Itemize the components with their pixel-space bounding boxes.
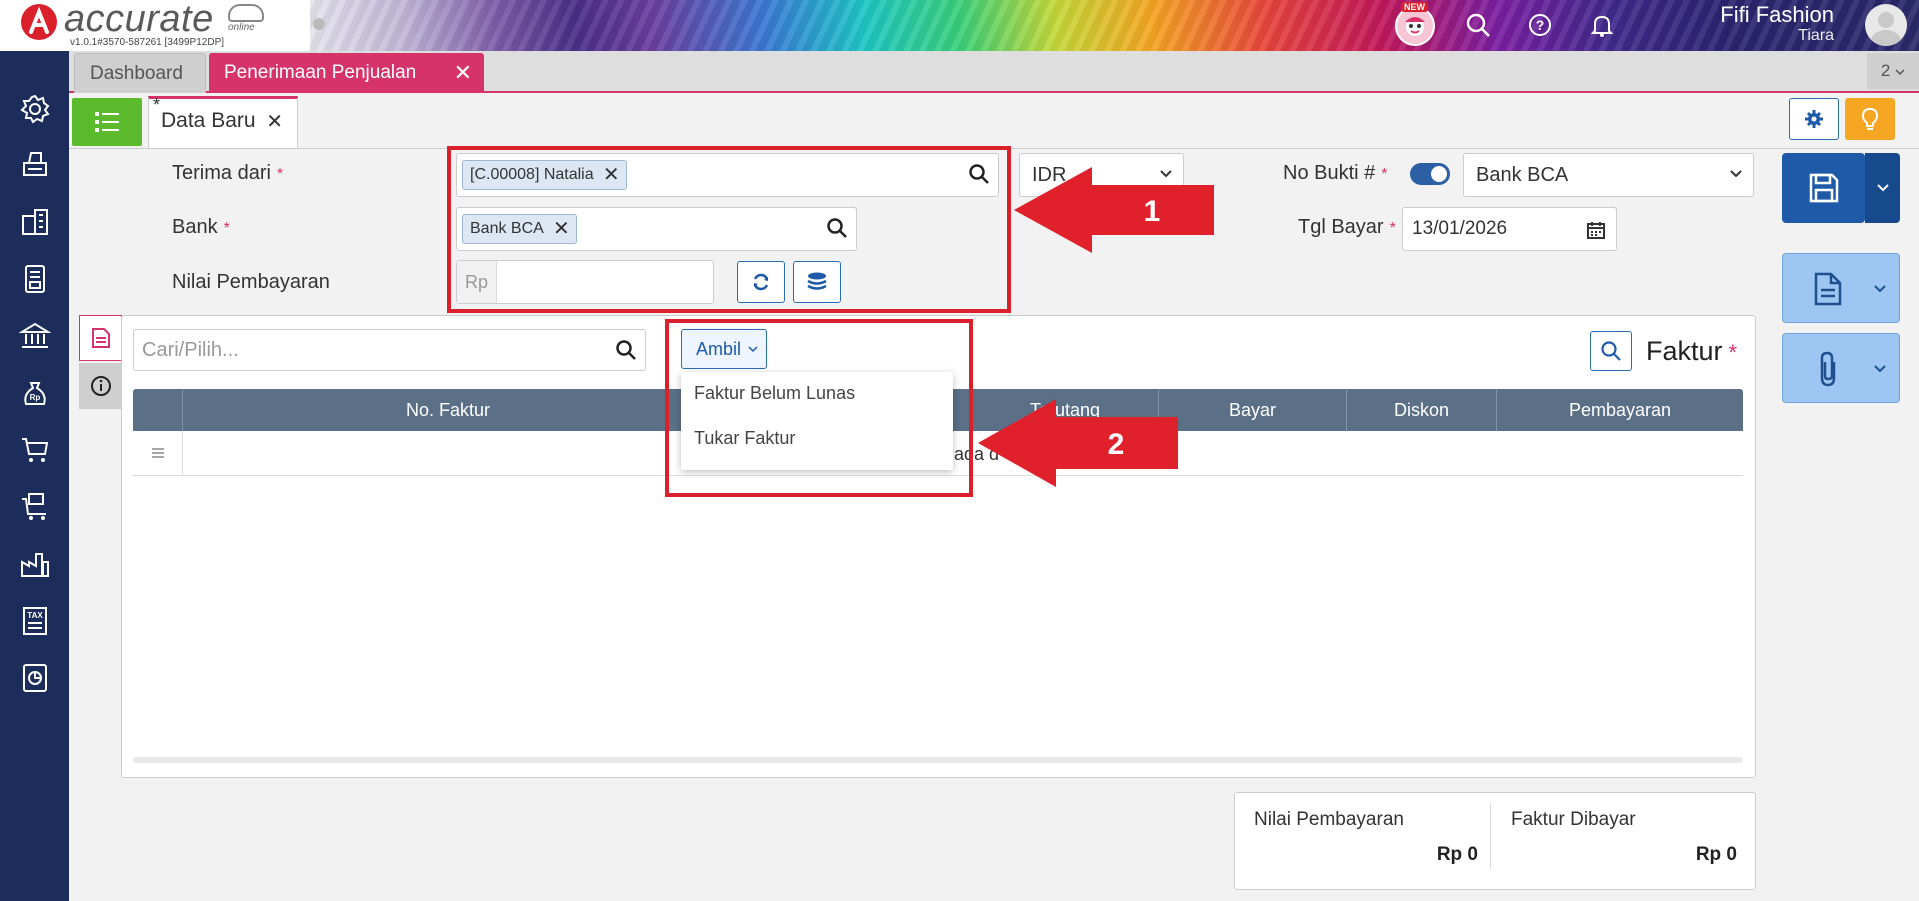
tab-info[interactable] bbox=[79, 363, 122, 409]
company-name[interactable]: Fifi Fashion bbox=[1720, 2, 1834, 28]
bank-icon[interactable] bbox=[17, 318, 53, 354]
horizontal-scrollbar[interactable] bbox=[133, 757, 1743, 763]
tgl-bayar-field[interactable]: 13/01/2026 bbox=[1402, 207, 1617, 251]
report-icon[interactable] bbox=[17, 660, 53, 696]
chevron-down-icon bbox=[1895, 69, 1905, 76]
document-icon bbox=[1793, 254, 1863, 324]
drag-handle-icon[interactable] bbox=[151, 447, 165, 459]
tgl-bayar-label: Tgl Bayar * bbox=[1298, 216, 1396, 238]
logo-text: accurate bbox=[64, 0, 214, 40]
auto-number-toggle[interactable] bbox=[1410, 163, 1450, 185]
tab-label: Penerimaan Penjualan bbox=[224, 62, 417, 83]
document-icon bbox=[91, 328, 110, 348]
gear-icon bbox=[1805, 110, 1823, 128]
money-bag-icon[interactable]: Rp bbox=[17, 375, 53, 411]
avatar[interactable] bbox=[1865, 4, 1907, 46]
calendar-icon[interactable] bbox=[1586, 220, 1606, 240]
bell-icon[interactable] bbox=[1586, 9, 1618, 41]
search-icon[interactable] bbox=[1462, 9, 1494, 41]
chevron-down-icon bbox=[1877, 184, 1889, 192]
save-main[interactable] bbox=[1782, 153, 1865, 223]
cart-icon[interactable] bbox=[17, 432, 53, 468]
no-bukti-label: No Bukti # * bbox=[1283, 162, 1388, 184]
close-icon[interactable]: ✕ bbox=[454, 53, 472, 93]
content-area: * Data Baru ✕ Terima dari * [C.00008] Nat… bbox=[69, 93, 1919, 901]
tips-button[interactable] bbox=[1845, 98, 1895, 140]
highlight-box-2 bbox=[665, 319, 973, 497]
no-bukti-select[interactable]: Bank BCA bbox=[1463, 153, 1754, 197]
col-no-faktur[interactable]: No. Faktur bbox=[183, 389, 713, 431]
search-icon bbox=[1601, 341, 1621, 361]
cloud-icon bbox=[228, 4, 264, 22]
logo-area[interactable]: accurate online v1.0.1#3570-587261 [3499… bbox=[0, 0, 310, 51]
new-badge: NEW bbox=[1401, 2, 1428, 12]
save-dropdown[interactable] bbox=[1865, 153, 1900, 223]
list-view-button[interactable] bbox=[72, 98, 142, 146]
floppy-disk-icon bbox=[1809, 173, 1838, 203]
save-button[interactable] bbox=[1782, 153, 1900, 223]
help-icon[interactable]: ? bbox=[1524, 9, 1556, 41]
status-dot bbox=[313, 18, 325, 30]
summary-nilai-label: Nilai Pembayaran bbox=[1254, 809, 1404, 830]
gear-icon[interactable] bbox=[17, 91, 53, 127]
unsaved-mark: * bbox=[153, 95, 161, 115]
tab-penerimaan-penjualan[interactable]: Penerimaan Penjualan ✕ bbox=[209, 53, 484, 93]
paperclip-icon bbox=[1793, 334, 1863, 404]
col-bayar[interactable]: Bayar bbox=[1159, 389, 1346, 431]
tab-count-dropdown[interactable]: 2 bbox=[1867, 53, 1919, 89]
user-name: Tiara bbox=[1798, 27, 1834, 44]
chevron-down-icon bbox=[1730, 170, 1742, 178]
bank-label: Bank * bbox=[172, 216, 230, 238]
summary-panel: Nilai Pembayaran Rp 0 Faktur Dibayar Rp … bbox=[1234, 792, 1756, 890]
item-search-field[interactable]: Cari/Pilih... bbox=[133, 329, 646, 371]
info-icon bbox=[90, 376, 111, 396]
summary-faktur-label: Faktur Dibayar bbox=[1511, 809, 1636, 830]
accurate-logo-icon bbox=[21, 4, 57, 40]
logo-sub: online bbox=[228, 22, 255, 33]
item-search-placeholder: Cari/Pilih... bbox=[142, 339, 239, 361]
chevron-down-icon bbox=[1874, 365, 1886, 373]
svg-text:TAX: TAX bbox=[27, 611, 43, 620]
col-diskon[interactable]: Diskon bbox=[1347, 389, 1496, 431]
printer-icon[interactable] bbox=[17, 147, 53, 183]
building-icon[interactable] bbox=[17, 204, 53, 240]
col-pembayaran[interactable]: Pembayaran bbox=[1497, 389, 1743, 431]
highlight-box-1 bbox=[447, 146, 1011, 313]
tab-bar: Dashboard Penerimaan Penjualan ✕ 2 bbox=[69, 51, 1919, 93]
tab-count: 2 bbox=[1880, 61, 1891, 80]
new-feature-icon[interactable]: NEW bbox=[1395, 2, 1435, 46]
factory-icon[interactable] bbox=[17, 546, 53, 582]
document-button[interactable] bbox=[1782, 253, 1900, 323]
terima-dari-label: Terima dari * bbox=[172, 162, 284, 184]
close-icon[interactable]: ✕ bbox=[266, 100, 283, 144]
arrow-annotation-2: 2 bbox=[978, 399, 1178, 487]
lightbulb-icon bbox=[1861, 107, 1879, 130]
svg-text:Rp: Rp bbox=[30, 393, 41, 402]
nilai-pembayaran-label: Nilai Pembayaran bbox=[172, 271, 330, 293]
summary-nilai-value: Rp 0 bbox=[1436, 844, 1478, 865]
version-text: v1.0.1#3570-587261 [3499P12DP] bbox=[70, 37, 225, 48]
tab-dashboard[interactable]: Dashboard bbox=[74, 53, 206, 93]
settings-button[interactable] bbox=[1789, 98, 1839, 140]
attachment-button[interactable] bbox=[1782, 333, 1900, 403]
shop-cart-icon[interactable] bbox=[17, 489, 53, 525]
arrow-label-1: 1 bbox=[1144, 195, 1161, 228]
search-icon[interactable] bbox=[615, 339, 637, 361]
grid-search-button[interactable] bbox=[1590, 331, 1632, 371]
chevron-down-icon bbox=[1874, 285, 1886, 293]
tab-data-baru[interactable]: * Data Baru ✕ bbox=[148, 95, 298, 148]
faktur-section-title: Faktur * bbox=[1646, 336, 1738, 366]
tab-detail[interactable] bbox=[79, 315, 122, 361]
sidebar: Rp TAX bbox=[0, 51, 69, 901]
svg-text:?: ? bbox=[1536, 17, 1545, 33]
arrow-annotation-1: 1 bbox=[1014, 167, 1214, 253]
subtab-label: Data Baru bbox=[161, 109, 256, 132]
book-icon[interactable] bbox=[17, 261, 53, 297]
list-icon bbox=[95, 112, 119, 132]
arrow-label-2: 2 bbox=[1108, 428, 1125, 461]
summary-faktur-value: Rp 0 bbox=[1695, 844, 1737, 865]
tgl-bayar-value: 13/01/2026 bbox=[1412, 218, 1508, 239]
tax-icon[interactable]: TAX bbox=[17, 603, 53, 639]
top-bar: accurate online v1.0.1#3570-587261 [3499… bbox=[0, 0, 1919, 51]
